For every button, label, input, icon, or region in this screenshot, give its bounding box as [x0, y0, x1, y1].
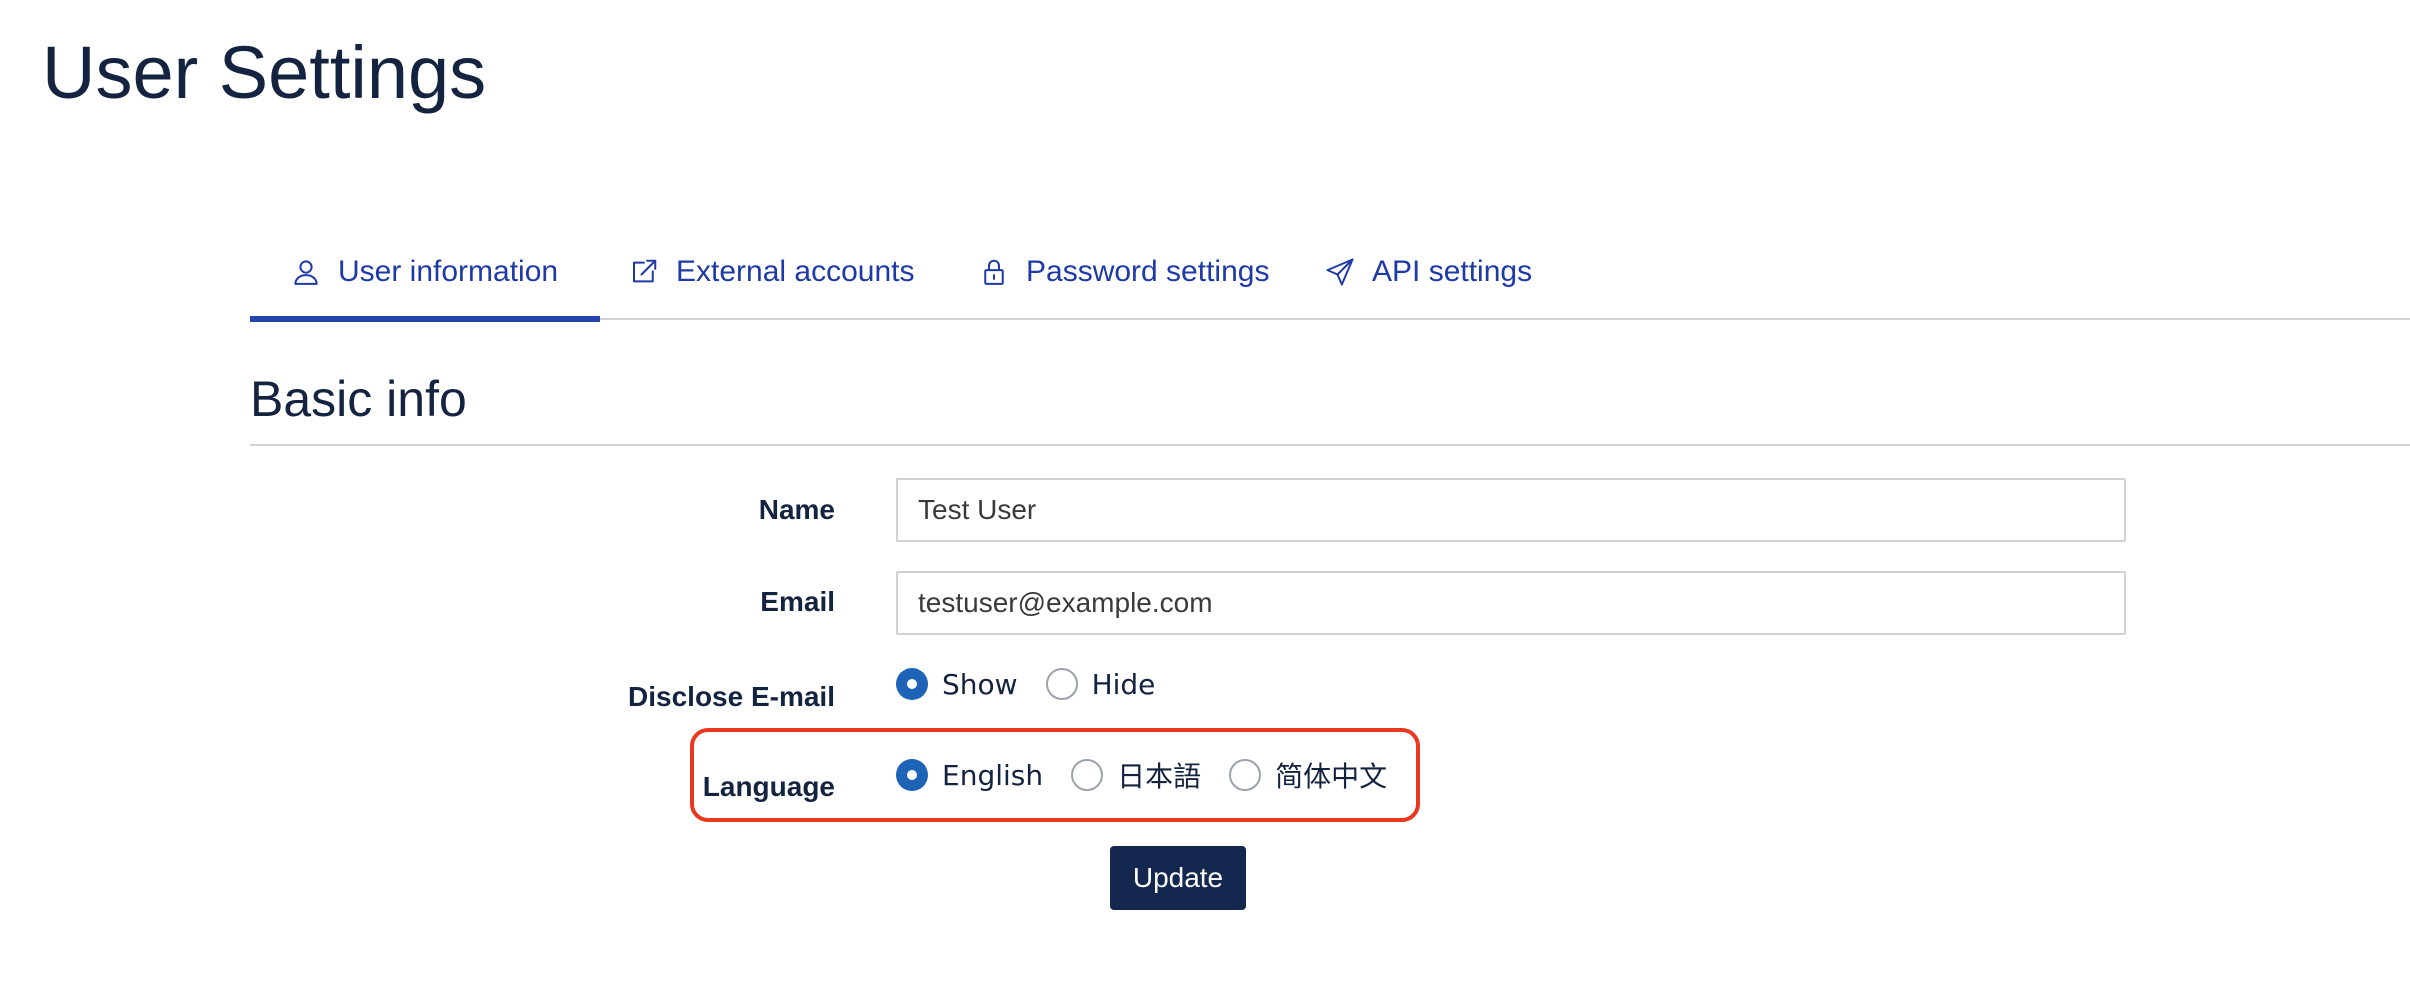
disclose-email-option-hide[interactable]: Hide	[1045, 667, 1156, 701]
paper-plane-icon	[1324, 256, 1356, 288]
language-option-japanese[interactable]: 日本語	[1071, 755, 1201, 795]
radio-checked[interactable]	[896, 759, 928, 791]
tab-password-settings[interactable]: Password settings	[978, 226, 1269, 318]
tab-api-settings[interactable]: API settings	[1324, 226, 1532, 318]
language-option-english[interactable]: English	[896, 759, 1043, 792]
tab-label: External accounts	[676, 255, 915, 288]
language-option-simplified-chinese[interactable]: 简体中文	[1229, 755, 1387, 795]
lock-icon	[978, 256, 1010, 288]
radio-label: English	[942, 758, 1044, 792]
disclose-email-radio-group: Show Hide	[896, 664, 1183, 704]
email-label: Email	[760, 586, 835, 617]
update-button[interactable]: Update	[1110, 846, 1246, 910]
radio-unchecked[interactable]	[1071, 759, 1104, 791]
email-input[interactable]	[896, 571, 2126, 635]
page-title: User Settings	[42, 31, 487, 114]
radio-label: 日本語	[1117, 760, 1202, 793]
tab-external-accounts[interactable]: External accounts	[628, 226, 914, 318]
radio-label: 简体中文	[1275, 760, 1388, 793]
section-title-basic-info: Basic info	[250, 364, 2410, 446]
radio-checked[interactable]	[896, 668, 928, 700]
settings-tabs: User information External accounts Passw…	[249, 226, 2410, 322]
radio-label: Show	[942, 667, 1018, 701]
language-radio-group: English 日本語 简体中文	[896, 755, 1415, 795]
name-label: Name	[758, 494, 835, 525]
tab-label: Password settings	[1026, 255, 1270, 288]
user-icon	[290, 256, 322, 288]
external-link-icon	[628, 256, 660, 288]
disclose-email-option-show[interactable]: Show	[896, 668, 1018, 701]
language-label: Language	[702, 771, 835, 802]
name-input[interactable]	[896, 478, 2126, 542]
tab-label: User information	[338, 255, 559, 288]
radio-unchecked[interactable]	[1045, 668, 1078, 700]
tab-label: API settings	[1372, 255, 1533, 288]
radio-unchecked[interactable]	[1229, 759, 1262, 791]
radio-label: Hide	[1091, 667, 1156, 701]
disclose-email-label: Disclose E-mail	[628, 681, 835, 712]
tab-user-information[interactable]: User information	[249, 226, 601, 322]
